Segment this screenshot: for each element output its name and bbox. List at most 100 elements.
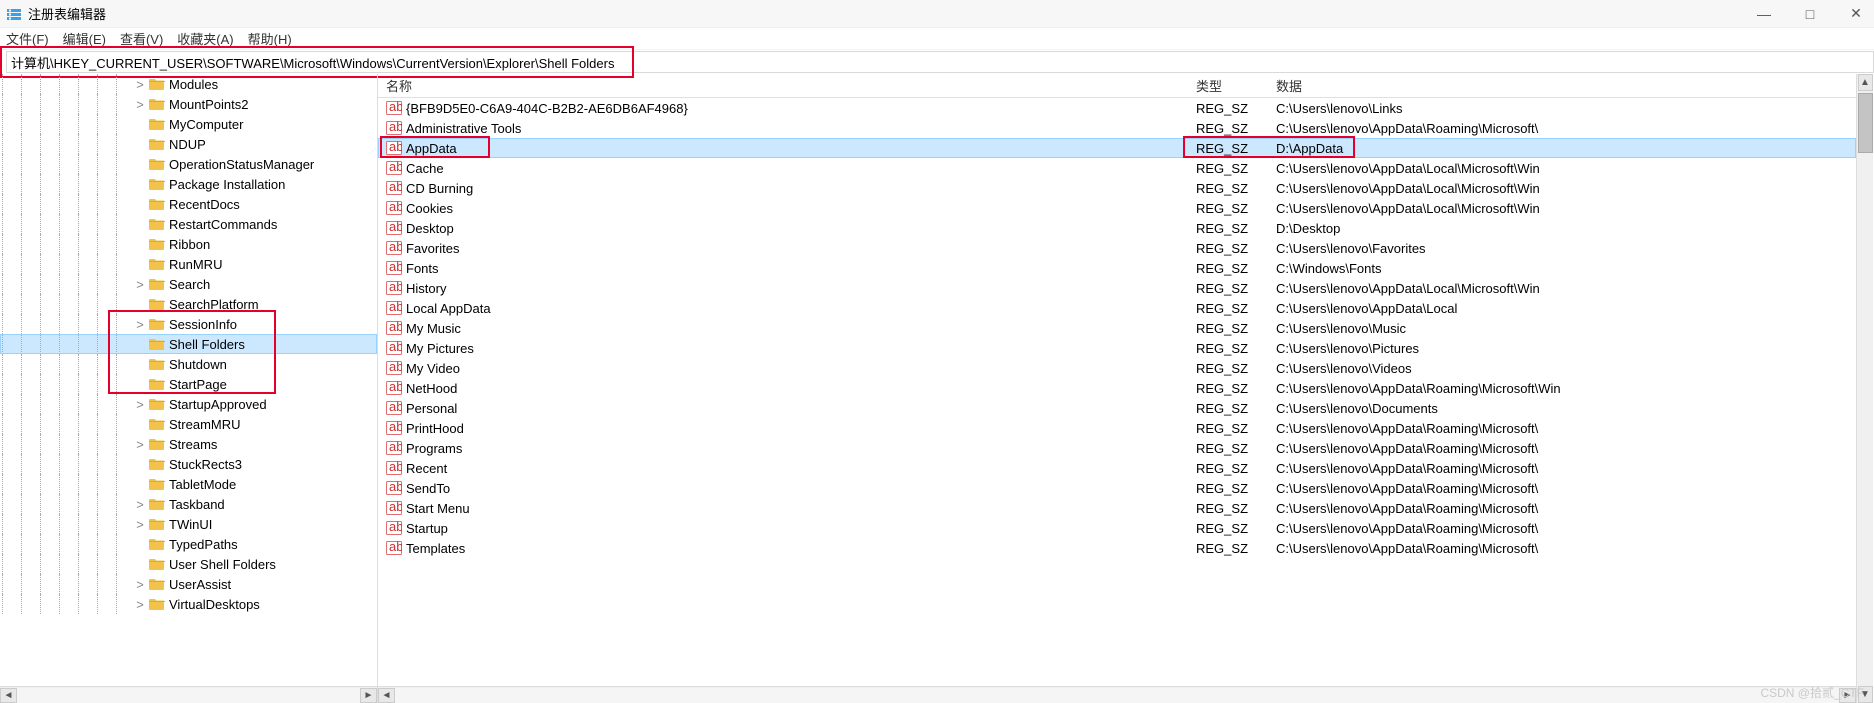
list-row[interactable]: abHistoryREG_SZC:\Users\lenovo\AppData\L… [378,278,1856,298]
tree-item-ndup[interactable]: NDUP [0,134,377,154]
menu-edit[interactable]: 编辑(E) [63,29,106,48]
tree-item-shutdown[interactable]: Shutdown [0,354,377,374]
list-row[interactable]: abCD BurningREG_SZC:\Users\lenovo\AppDat… [378,178,1856,198]
expander-icon[interactable]: > [133,597,147,612]
value-type: REG_SZ [1196,321,1276,336]
tree-item-shell-folders[interactable]: Shell Folders [0,334,377,354]
tree-item-runmru[interactable]: RunMRU [0,254,377,274]
scroll-down-icon[interactable]: ▼ [1858,686,1873,703]
tree-item-operationstatusmanager[interactable]: OperationStatusManager [0,154,377,174]
tree-item-package-installation[interactable]: Package Installation [0,174,377,194]
value-data: C:\Users\lenovo\AppData\Roaming\Microsof… [1276,521,1856,536]
tree-item-startupapproved[interactable]: >StartupApproved [0,394,377,414]
tree-item-virtualdesktops[interactable]: >VirtualDesktops [0,594,377,614]
list-row[interactable]: abDesktopREG_SZD:\Desktop [378,218,1856,238]
tree-item-stuckrects3[interactable]: StuckRects3 [0,454,377,474]
expander-icon[interactable]: > [133,317,147,332]
tree-item-tabletmode[interactable]: TabletMode [0,474,377,494]
list-row[interactable]: abStartupREG_SZC:\Users\lenovo\AppData\R… [378,518,1856,538]
address-bar[interactable]: 计算机\HKEY_CURRENT_USER\SOFTWARE\Microsoft… [6,51,1874,73]
value-name: My Music [406,321,461,336]
tree-item-twinui[interactable]: >TWinUI [0,514,377,534]
svg-text:ab: ab [389,420,402,434]
scroll-right-icon[interactable]: ► [1839,688,1856,703]
list-row[interactable]: abPersonalREG_SZC:\Users\lenovo\Document… [378,398,1856,418]
svg-text:ab: ab [389,280,402,294]
string-value-icon: ab [386,320,402,336]
scroll-right-icon[interactable]: ► [360,688,377,703]
list-row[interactable]: abProgramsREG_SZC:\Users\lenovo\AppData\… [378,438,1856,458]
scroll-up-icon[interactable]: ▲ [1858,74,1873,91]
expander-icon[interactable]: > [133,577,147,592]
list-row[interactable]: abRecentREG_SZC:\Users\lenovo\AppData\Ro… [378,458,1856,478]
tree-item-streammru[interactable]: StreamMRU [0,414,377,434]
tree-item-restartcommands[interactable]: RestartCommands [0,214,377,234]
svg-text:ab: ab [389,440,402,454]
tree-item-mountpoints2[interactable]: >MountPoints2 [0,94,377,114]
tree-item-startpage[interactable]: StartPage [0,374,377,394]
expander-icon[interactable]: > [133,277,147,292]
tree-item-mycomputer[interactable]: MyComputer [0,114,377,134]
expander-icon[interactable]: > [133,437,147,452]
col-header-type[interactable]: 类型 [1196,76,1276,95]
list-row[interactable]: abMy MusicREG_SZC:\Users\lenovo\Music [378,318,1856,338]
list-row[interactable]: abStart MenuREG_SZC:\Users\lenovo\AppDat… [378,498,1856,518]
list-row[interactable]: abMy PicturesREG_SZC:\Users\lenovo\Pictu… [378,338,1856,358]
list-row[interactable]: abTemplatesREG_SZC:\Users\lenovo\AppData… [378,538,1856,558]
tree-item-sessioninfo[interactable]: >SessionInfo [0,314,377,334]
tree-item-typedpaths[interactable]: TypedPaths [0,534,377,554]
col-header-name[interactable]: 名称 [386,76,1196,95]
tree-item-searchplatform[interactable]: SearchPlatform [0,294,377,314]
tree-item-userassist[interactable]: >UserAssist [0,574,377,594]
expander-icon[interactable]: > [133,397,147,412]
tree-item-search[interactable]: >Search [0,274,377,294]
list-row[interactable]: abCookiesREG_SZC:\Users\lenovo\AppData\L… [378,198,1856,218]
value-type: REG_SZ [1196,441,1276,456]
tree-item-modules[interactable]: >Modules [0,74,377,94]
maximize-button[interactable]: □ [1798,6,1822,22]
list-row[interactable]: abMy VideoREG_SZC:\Users\lenovo\Videos [378,358,1856,378]
string-value-icon: ab [386,540,402,556]
list-row[interactable]: abAppDataREG_SZD:\AppData [378,138,1856,158]
value-name: AppData [406,141,457,156]
list-horizontal-scrollbar[interactable]: ◄ ► [378,686,1856,703]
minimize-button[interactable]: — [1752,6,1776,22]
menu-help[interactable]: 帮助(H) [248,29,292,48]
list-row[interactable]: abAdministrative ToolsREG_SZC:\Users\len… [378,118,1856,138]
vertical-scrollbar[interactable]: ▲ ▼ [1856,74,1873,703]
value-data: C:\Users\lenovo\AppData\Local [1276,301,1856,316]
string-value-icon: ab [386,200,402,216]
tree-item-label: RestartCommands [169,217,277,232]
list-row[interactable]: abNetHoodREG_SZC:\Users\lenovo\AppData\R… [378,378,1856,398]
scroll-left-icon[interactable]: ◄ [378,688,395,703]
tree-item-ribbon[interactable]: Ribbon [0,234,377,254]
expander-icon[interactable]: > [133,97,147,112]
list-row[interactable]: ab{BFB9D5E0-C6A9-404C-B2B2-AE6DB6AF4968}… [378,98,1856,118]
tree-item-streams[interactable]: >Streams [0,434,377,454]
expander-icon[interactable]: > [133,497,147,512]
value-type: REG_SZ [1196,541,1276,556]
tree-item-user-shell-folders[interactable]: User Shell Folders [0,554,377,574]
close-button[interactable]: ✕ [1844,5,1868,22]
list-row[interactable]: abCacheREG_SZC:\Users\lenovo\AppData\Loc… [378,158,1856,178]
expander-icon[interactable]: > [133,77,147,92]
list-row[interactable]: abFavoritesREG_SZC:\Users\lenovo\Favorit… [378,238,1856,258]
expander-icon[interactable]: > [133,517,147,532]
folder-icon [149,596,165,612]
value-type: REG_SZ [1196,461,1276,476]
list-row[interactable]: abSendToREG_SZC:\Users\lenovo\AppData\Ro… [378,478,1856,498]
tree-pane[interactable]: >Modules>MountPoints2MyComputerNDUPOpera… [0,74,378,703]
list-row[interactable]: abFontsREG_SZC:\Windows\Fonts [378,258,1856,278]
list-row[interactable]: abLocal AppDataREG_SZC:\Users\lenovo\App… [378,298,1856,318]
tree-item-recentdocs[interactable]: RecentDocs [0,194,377,214]
list-row[interactable]: abPrintHoodREG_SZC:\Users\lenovo\AppData… [378,418,1856,438]
menu-view[interactable]: 查看(V) [120,29,163,48]
menu-favorites[interactable]: 收藏夹(A) [177,29,233,48]
scroll-left-icon[interactable]: ◄ [0,688,17,703]
menu-file[interactable]: 文件(F) [6,29,49,48]
list-pane[interactable]: 名称 类型 数据 ab{BFB9D5E0-C6A9-404C-B2B2-AE6D… [378,74,1856,703]
col-header-data[interactable]: 数据 [1276,76,1856,95]
tree-item-taskband[interactable]: >Taskband [0,494,377,514]
tree-horizontal-scrollbar[interactable]: ◄ ► [0,686,377,703]
value-name: Administrative Tools [406,121,521,136]
